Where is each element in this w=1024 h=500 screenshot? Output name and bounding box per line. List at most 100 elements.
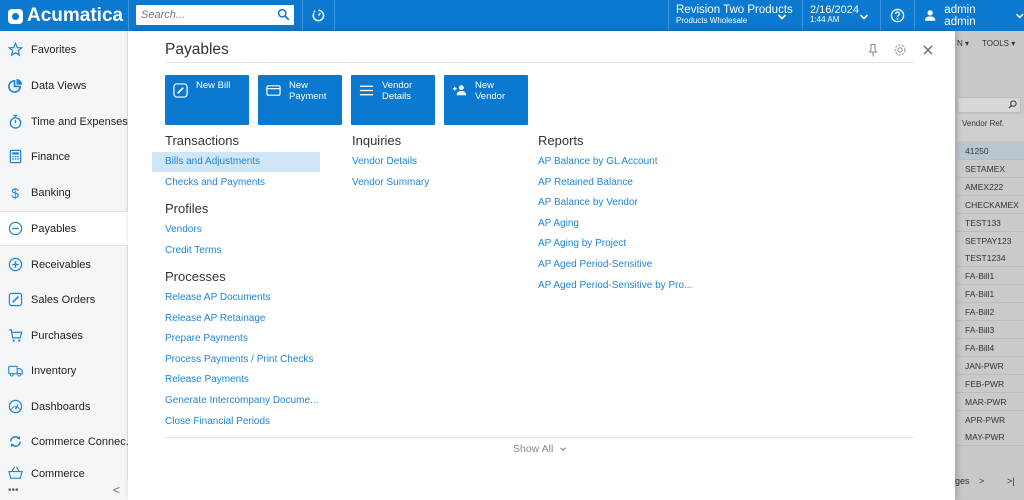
background-grid-row: 41250 — [957, 142, 1024, 160]
sidebar-item-receivables[interactable]: Receivables — [0, 247, 128, 282]
sidebar-item-dashboards[interactable]: Dashboards — [0, 389, 128, 424]
sidebar-item-inventory[interactable]: Inventory — [0, 353, 128, 388]
sidebar-item-label: Data Views — [31, 79, 87, 92]
link-release-ap-retainage[interactable]: Release AP Retainage — [165, 313, 265, 324]
sidebar-item-sales-orders[interactable]: Sales Orders — [0, 282, 128, 317]
divider — [334, 0, 335, 31]
sync-icon — [10, 435, 21, 448]
background-grid-row: SETPAY123 — [957, 231, 1024, 250]
tile-vendor-details[interactable]: Vendor Details — [351, 75, 435, 125]
background-page: N ▾ TOOLS ▾ Vendor Ref. 41250 SETAMEX AMEX… — [955, 31, 1024, 500]
sidebar-item-favorites[interactable]: Favorites — [0, 32, 128, 67]
sidebar-item-finance[interactable]: Finance — [0, 139, 128, 174]
background-grid-row: AMEX222 — [957, 177, 1024, 196]
dollar-icon: $ — [11, 185, 19, 200]
sidebar-item-label: Favorites — [31, 43, 77, 56]
close-icon[interactable] — [921, 43, 935, 57]
chevron-down-icon[interactable] — [859, 12, 869, 22]
tile-label: New Vendor — [475, 80, 506, 102]
star-icon — [8, 42, 23, 57]
link-ap-aged-period-sensitive-by-project[interactable]: AP Aged Period-Sensitive by Pro... — [538, 280, 692, 291]
more-button[interactable]: ••• — [8, 485, 19, 496]
sidebar-item-commerce[interactable]: Commerce — [0, 460, 128, 480]
link-release-payments[interactable]: Release Payments — [165, 374, 249, 385]
chevron-down-icon — [1015, 13, 1024, 18]
section-heading-transactions: Transactions — [165, 133, 239, 148]
pager-next: > — [979, 476, 985, 486]
pie-chart-icon — [8, 78, 23, 93]
chevron-down-icon[interactable] — [777, 12, 787, 22]
link-close-financial-periods[interactable]: Close Financial Periods — [165, 416, 270, 427]
background-grid-row: FA-Bill3 — [957, 321, 1024, 339]
user-icon — [924, 10, 936, 21]
sidebar-item-label: Dashboards — [31, 400, 91, 413]
brand-logo[interactable]: Acumatica — [8, 5, 123, 27]
sidebar: Favorites Data Views Time and Expenses F… — [0, 31, 129, 500]
sidebar-item-purchases[interactable]: Purchases — [0, 318, 128, 353]
link-ap-aging-by-project[interactable]: AP Aging by Project — [538, 238, 626, 249]
sidebar-item-label: Finance — [31, 150, 71, 163]
section-heading-profiles: Profiles — [165, 201, 209, 216]
sidebar-item-commerce-connector[interactable]: Commerce Connec... — [0, 424, 128, 459]
background-search-field — [957, 97, 1021, 113]
pager-label-partial: ges — [955, 476, 970, 486]
search-box[interactable] — [136, 5, 294, 25]
link-release-ap-documents[interactable]: Release AP Documents — [165, 292, 270, 303]
search-input[interactable] — [136, 5, 266, 25]
company-branch-info: Revision Two Products Products Wholesale — [676, 4, 793, 25]
link-vendor-details[interactable]: Vendor Details — [352, 156, 417, 167]
background-grid-row: MAR-PWR — [957, 392, 1024, 411]
tile-label: New Payment — [289, 80, 327, 102]
pager-last: >| — [1007, 476, 1015, 486]
pin-icon[interactable] — [866, 43, 880, 57]
workspace-panel: Payables New Bill New Payment Vendor Det… — [128, 31, 955, 500]
sidebar-item-label: Commerce Connec... — [31, 435, 128, 448]
chevron-down-icon — [560, 447, 567, 452]
time-value: 1:44 AM — [810, 15, 840, 25]
link-ap-balance-by-gl-account[interactable]: AP Balance by GL Account — [538, 156, 658, 167]
tile-new-vendor[interactable]: New Vendor — [444, 75, 528, 125]
divider — [128, 0, 129, 31]
link-generate-intercompany-documents[interactable]: Generate Intercompany Docume... — [165, 395, 318, 406]
section-heading-processes: Processes — [165, 269, 226, 284]
search-icon[interactable] — [277, 8, 290, 21]
background-grid-row: SETAMEX — [957, 159, 1024, 178]
link-credit-terms[interactable]: Credit Terms — [165, 245, 222, 256]
sidebar-item-banking[interactable]: $ Banking — [0, 175, 128, 210]
background-grid-row: FA-Bill4 — [957, 338, 1024, 357]
show-all-label: Show All — [513, 443, 554, 455]
acumatica-logo-icon — [8, 8, 23, 24]
tile-new-payment[interactable]: New Payment — [258, 75, 342, 125]
background-column-header: Vendor Ref. — [957, 115, 1024, 141]
recent-history-button[interactable] — [302, 0, 334, 31]
link-ap-aged-period-sensitive[interactable]: AP Aged Period-Sensitive — [538, 259, 652, 270]
search-icon — [1008, 100, 1017, 109]
link-checks-and-payments[interactable]: Checks and Payments — [165, 177, 265, 188]
link-prepare-payments[interactable]: Prepare Payments — [165, 333, 248, 344]
link-bills-and-adjustments[interactable]: Bills and Adjustments — [152, 152, 320, 172]
link-vendors[interactable]: Vendors — [165, 224, 202, 235]
panel-title: Payables — [165, 41, 229, 58]
user-menu[interactable]: admin admin — [924, 0, 1024, 31]
tile-new-bill[interactable]: New Bill — [165, 75, 249, 125]
sidebar-item-label: Inventory — [31, 364, 77, 377]
link-ap-balance-by-vendor[interactable]: AP Balance by Vendor — [538, 197, 638, 208]
sidebar-item-label: Purchases — [31, 329, 83, 342]
link-process-payments-print-checks[interactable]: Process Payments / Print Checks — [165, 354, 313, 365]
sidebar-item-data-views[interactable]: Data Views — [0, 68, 128, 103]
background-grid-row: FEB-PWR — [957, 374, 1024, 393]
link-vendor-summary[interactable]: Vendor Summary — [352, 177, 429, 188]
sidebar-item-time-and-expenses[interactable]: Time and Expenses — [0, 104, 128, 139]
collapse-sidebar-button[interactable]: < — [113, 483, 120, 497]
help-button[interactable] — [880, 0, 914, 31]
credit-card-icon — [266, 85, 281, 96]
link-ap-retained-balance[interactable]: AP Retained Balance — [538, 177, 633, 188]
gear-icon[interactable] — [893, 43, 907, 57]
show-all-button[interactable]: Show All — [513, 443, 567, 455]
sidebar-item-payables[interactable]: Payables — [0, 211, 129, 246]
add-user-icon — [452, 85, 467, 96]
background-grid-row: JAN-PWR — [957, 356, 1024, 375]
background-grid-row: CHECKAMEX — [957, 195, 1024, 214]
link-ap-aging[interactable]: AP Aging — [538, 218, 579, 229]
history-timer-icon — [312, 9, 324, 22]
